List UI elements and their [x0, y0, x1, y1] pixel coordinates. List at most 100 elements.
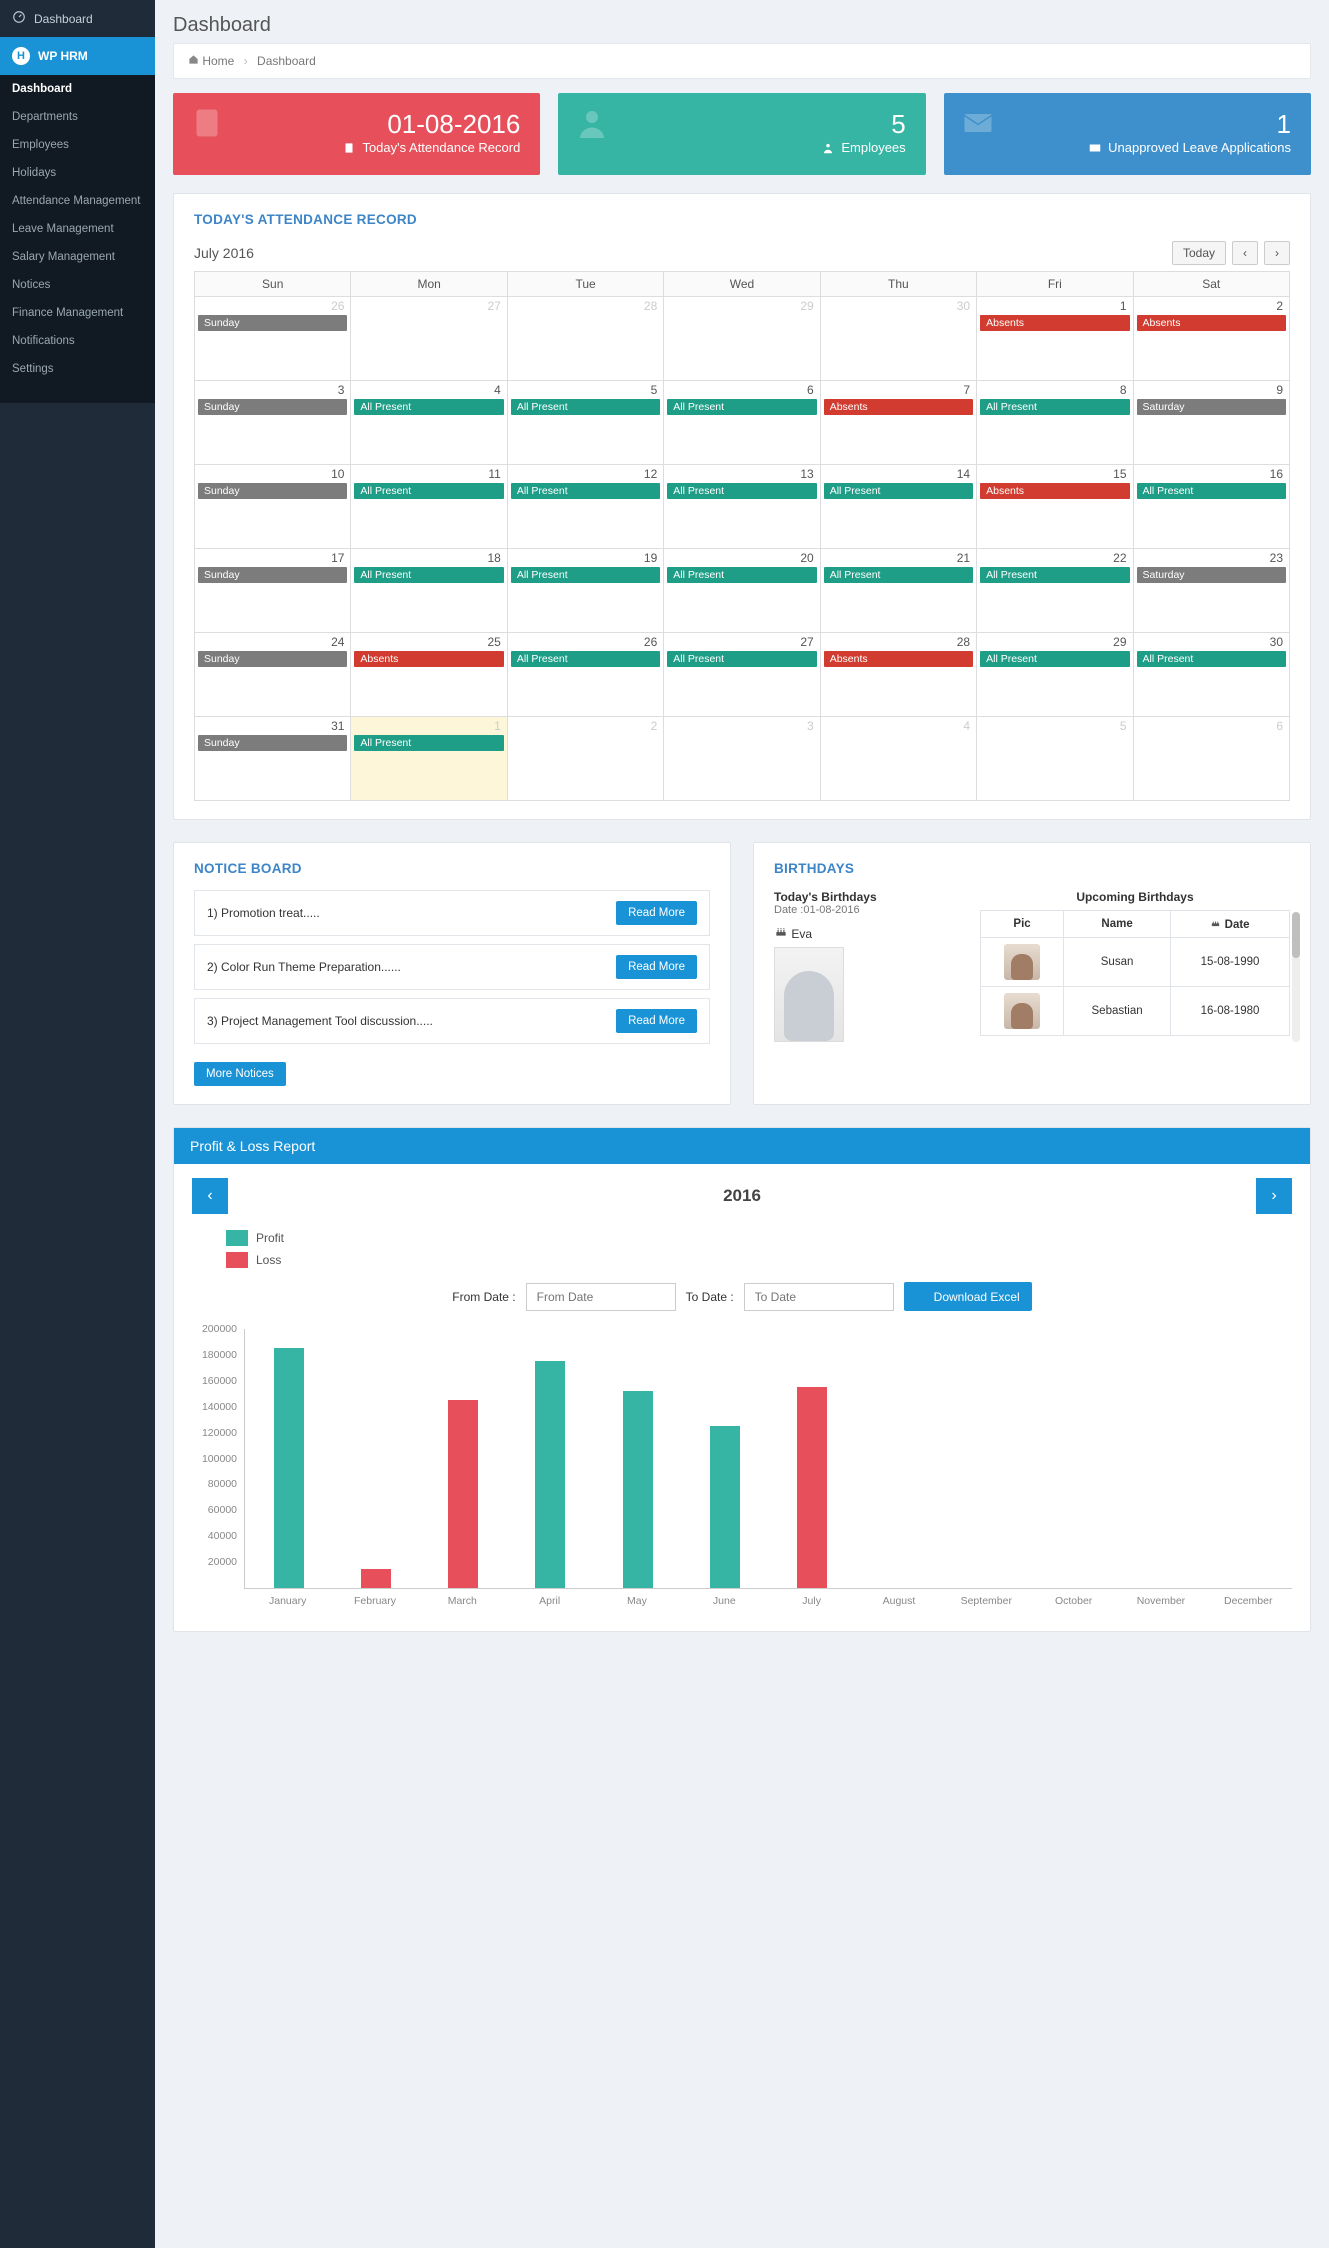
- sidebar-top-dashboard[interactable]: Dashboard: [0, 0, 155, 37]
- calendar-cell[interactable]: 25Absents: [351, 633, 507, 717]
- calendar-cell[interactable]: 1Absents: [977, 297, 1133, 381]
- calendar-cell[interactable]: 23Saturday: [1133, 549, 1289, 633]
- sidebar-item-attendance-management[interactable]: Attendance Management: [0, 187, 155, 215]
- calendar-cell[interactable]: 9Saturday: [1133, 381, 1289, 465]
- chart-bar-profit: [535, 1361, 565, 1588]
- stat-attendance-record[interactable]: 01-08-2016 Today's Attendance Record: [173, 93, 540, 175]
- birthdays-panel: BIRTHDAYS Today's Birthdays Date :01-08-…: [753, 842, 1311, 1105]
- calendar-cell[interactable]: 6: [1133, 717, 1289, 801]
- to-date-input[interactable]: [744, 1283, 894, 1311]
- calendar-cell[interactable]: 28Absents: [820, 633, 976, 717]
- sidebar-item-notices[interactable]: Notices: [0, 271, 155, 299]
- calendar-badge-all_present: All Present: [354, 483, 503, 499]
- calendar-cell[interactable]: 24Sunday: [195, 633, 351, 717]
- sidebar-item-leave-management[interactable]: Leave Management: [0, 215, 155, 243]
- from-date-label: From Date :: [452, 1290, 515, 1304]
- calendar-today-button[interactable]: Today: [1172, 241, 1226, 265]
- calendar-cell[interactable]: 26All Present: [507, 633, 663, 717]
- profit-loss-chart: 2000040000600008000010000012000014000016…: [244, 1329, 1292, 1589]
- sidebar-item-departments[interactable]: Departments: [0, 103, 155, 131]
- calendar-cell[interactable]: 15Absents: [977, 465, 1133, 549]
- user-icon: [574, 105, 610, 144]
- calendar-cell[interactable]: 14All Present: [820, 465, 976, 549]
- chart-column: [943, 1329, 1030, 1588]
- calendar-cell[interactable]: 5All Present: [507, 381, 663, 465]
- calendar-cell[interactable]: 1All Present: [351, 717, 507, 801]
- calendar-cell[interactable]: 29: [664, 297, 820, 381]
- sidebar-item-employees[interactable]: Employees: [0, 131, 155, 159]
- calendar-cell[interactable]: 30: [820, 297, 976, 381]
- x-label: December: [1205, 1589, 1292, 1607]
- year-prev-button[interactable]: ‹: [192, 1178, 228, 1214]
- y-tick: 140000: [202, 1401, 237, 1413]
- sidebar-item-dashboard[interactable]: Dashboard: [0, 75, 155, 103]
- calendar-cell[interactable]: 2: [507, 717, 663, 801]
- calendar-cell[interactable]: 3Sunday: [195, 381, 351, 465]
- calendar-cell[interactable]: 18All Present: [351, 549, 507, 633]
- today-birthday-photo: [774, 947, 844, 1042]
- calendar-cell[interactable]: 17Sunday: [195, 549, 351, 633]
- calendar-cell[interactable]: 2Absents: [1133, 297, 1289, 381]
- y-tick: 100000: [202, 1453, 237, 1465]
- envelope-small-icon: [1088, 141, 1102, 155]
- download-excel-button[interactable]: Download Excel: [904, 1282, 1032, 1311]
- calendar-cell[interactable]: 11All Present: [351, 465, 507, 549]
- x-label: October: [1030, 1589, 1117, 1607]
- sidebar-item-notifications[interactable]: Notifications: [0, 327, 155, 355]
- stat-employees[interactable]: 5 Employees: [558, 93, 925, 175]
- calendar-cell[interactable]: 12All Present: [507, 465, 663, 549]
- calendar-cell[interactable]: 22All Present: [977, 549, 1133, 633]
- calendar-badge-all_present: All Present: [980, 651, 1129, 667]
- calendar-cell[interactable]: 26Sunday: [195, 297, 351, 381]
- calendar-cell[interactable]: 20All Present: [664, 549, 820, 633]
- x-label: April: [506, 1589, 593, 1607]
- stat-leave-applications[interactable]: 1 Unapproved Leave Applications: [944, 93, 1311, 175]
- calendar-badge-absents: Absents: [1137, 315, 1286, 331]
- today-birthdays-heading: Today's Birthdays: [774, 890, 954, 904]
- calendar-cell[interactable]: 27: [351, 297, 507, 381]
- calendar-cell[interactable]: 4All Present: [351, 381, 507, 465]
- calendar-cell[interactable]: 31Sunday: [195, 717, 351, 801]
- more-notices-button[interactable]: More Notices: [194, 1062, 286, 1086]
- calendar-badge-all_present: All Present: [667, 483, 816, 499]
- sidebar-item-salary-management[interactable]: Salary Management: [0, 243, 155, 271]
- calendar-badge-all_present: All Present: [511, 483, 660, 499]
- year-label: 2016: [723, 1186, 761, 1206]
- calendar-cell[interactable]: 21All Present: [820, 549, 976, 633]
- dow-header: Tue: [507, 272, 663, 297]
- calendar-cell[interactable]: 8All Present: [977, 381, 1133, 465]
- calendar-cell[interactable]: 10Sunday: [195, 465, 351, 549]
- today-birthday-name: Eva: [791, 927, 812, 941]
- calendar-cell[interactable]: 28: [507, 297, 663, 381]
- calendar-cell[interactable]: 3: [664, 717, 820, 801]
- chart-column: [769, 1329, 856, 1588]
- sidebar-item-finance-management[interactable]: Finance Management: [0, 299, 155, 327]
- breadcrumb-home[interactable]: Home: [202, 54, 234, 68]
- sidebar-item-settings[interactable]: Settings: [0, 355, 155, 383]
- calendar-cell[interactable]: 6All Present: [664, 381, 820, 465]
- scrollbar[interactable]: [1292, 912, 1300, 1042]
- calendar-cell[interactable]: 4: [820, 717, 976, 801]
- calendar-cell[interactable]: 13All Present: [664, 465, 820, 549]
- calendar-cell[interactable]: 16All Present: [1133, 465, 1289, 549]
- chart-column: [1205, 1329, 1292, 1588]
- calendar-prev-button[interactable]: ‹: [1232, 241, 1258, 265]
- calendar-next-button[interactable]: ›: [1264, 241, 1290, 265]
- read-more-button[interactable]: Read More: [616, 955, 697, 979]
- attendance-panel: TODAY'S ATTENDANCE RECORD July 2016 Toda…: [173, 193, 1311, 820]
- calendar-cell[interactable]: 30All Present: [1133, 633, 1289, 717]
- dow-header: Mon: [351, 272, 507, 297]
- year-next-button[interactable]: ›: [1256, 1178, 1292, 1214]
- sidebar-app-wphrm[interactable]: H WP HRM: [0, 37, 155, 75]
- calendar-badge-all_present: All Present: [511, 651, 660, 667]
- legend-profit: Profit: [256, 1231, 284, 1245]
- calendar-cell[interactable]: 19All Present: [507, 549, 663, 633]
- calendar-cell[interactable]: 5: [977, 717, 1133, 801]
- read-more-button[interactable]: Read More: [616, 1009, 697, 1033]
- read-more-button[interactable]: Read More: [616, 901, 697, 925]
- calendar-cell[interactable]: 27All Present: [664, 633, 820, 717]
- calendar-cell[interactable]: 29All Present: [977, 633, 1133, 717]
- sidebar-item-holidays[interactable]: Holidays: [0, 159, 155, 187]
- calendar-cell[interactable]: 7Absents: [820, 381, 976, 465]
- from-date-input[interactable]: [526, 1283, 676, 1311]
